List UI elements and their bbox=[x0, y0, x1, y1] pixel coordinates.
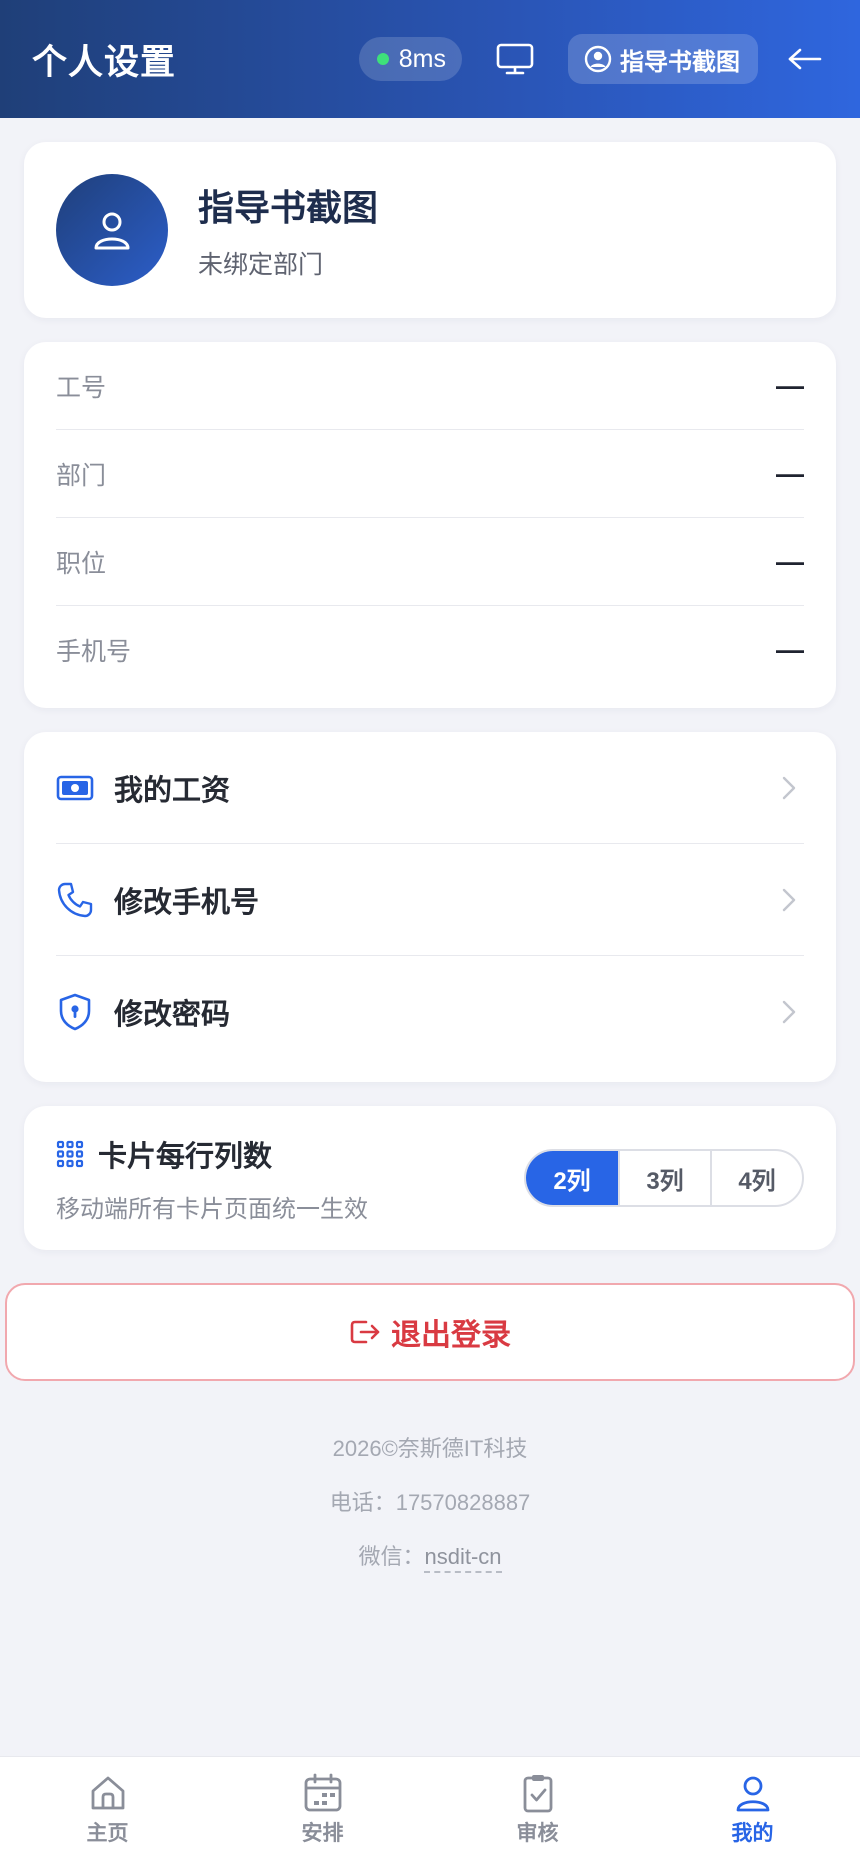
menu-item-label: 我的工资 bbox=[114, 774, 231, 807]
arrow-left-icon bbox=[788, 48, 822, 70]
logout-icon bbox=[350, 1320, 380, 1344]
shield-lock-icon bbox=[56, 993, 94, 1031]
columns-setting-title-row: 卡片每行列数 bbox=[56, 1133, 368, 1175]
back-button[interactable] bbox=[782, 37, 828, 81]
monitor-icon bbox=[496, 43, 534, 75]
menu-item-change-phone[interactable]: 修改手机号 bbox=[56, 844, 804, 956]
clipboard-check-icon bbox=[523, 1775, 552, 1813]
info-label: 工号 bbox=[56, 373, 107, 402]
info-value: — bbox=[776, 369, 804, 401]
info-row-position: 职位 — bbox=[56, 518, 804, 606]
columns-option-4[interactable]: 4列 bbox=[710, 1151, 802, 1205]
columns-setting-description: 移动端所有卡片页面统一生效 bbox=[56, 1195, 368, 1223]
profile-card: 指导书截图 未绑定部门 bbox=[24, 142, 836, 318]
info-row-employee-id: 工号 — bbox=[56, 342, 804, 430]
logout-label: 退出登录 bbox=[391, 1319, 511, 1352]
columns-option-3[interactable]: 3列 bbox=[618, 1151, 710, 1205]
chevron-right-icon bbox=[782, 776, 796, 799]
tab-label: 审核 bbox=[516, 1822, 559, 1845]
user-icon bbox=[736, 1776, 769, 1812]
columns-setting-card: 卡片每行列数 移动端所有卡片页面统一生效 2列 3列 4列 bbox=[24, 1106, 836, 1250]
profile-text: 指导书截图 未绑定部门 bbox=[198, 179, 378, 281]
footer-wechat-label: 微信： bbox=[358, 1544, 425, 1569]
user-circle-icon bbox=[584, 45, 612, 73]
columns-segmented-control: 2列 3列 4列 bbox=[524, 1149, 804, 1207]
avatar bbox=[56, 174, 168, 286]
tab-label: 主页 bbox=[86, 1822, 129, 1845]
footer-copyright: 2026©奈斯德IT科技 bbox=[332, 1436, 528, 1461]
columns-option-2[interactable]: 2列 bbox=[526, 1151, 618, 1205]
phone-icon bbox=[56, 881, 94, 919]
columns-setting-text: 卡片每行列数 移动端所有卡片页面统一生效 bbox=[56, 1133, 368, 1224]
chevron-right-icon bbox=[782, 888, 796, 911]
home-icon bbox=[91, 1776, 124, 1810]
latency-value: 8ms bbox=[398, 44, 446, 73]
app-header: 个人设置 8ms 指导书截图 bbox=[0, 0, 860, 118]
header-actions: 8ms 指导书截图 bbox=[358, 34, 828, 84]
info-value: — bbox=[776, 634, 804, 665]
tab-schedule[interactable]: 安排 bbox=[215, 1757, 430, 1864]
money-icon bbox=[56, 769, 94, 807]
menu-card: 我的工资 修改手机号 修改密码 bbox=[24, 732, 836, 1082]
info-label: 手机号 bbox=[56, 638, 132, 666]
bottom-tab-bar: 主页 安排 审核 我的 bbox=[0, 1756, 860, 1864]
info-label: 职位 bbox=[56, 549, 107, 578]
info-label: 部门 bbox=[56, 461, 107, 490]
tab-label: 我的 bbox=[731, 1822, 774, 1845]
info-value: — bbox=[776, 457, 804, 489]
tab-mine[interactable]: 我的 bbox=[645, 1757, 860, 1864]
latency-badge: 8ms bbox=[358, 37, 462, 81]
chevron-right-icon bbox=[782, 1000, 796, 1024]
tab-review[interactable]: 审核 bbox=[430, 1757, 645, 1864]
info-row-department: 部门 — bbox=[56, 430, 804, 518]
page-title: 个人设置 bbox=[32, 42, 177, 82]
logout-button[interactable]: 退出登录 bbox=[5, 1283, 855, 1381]
info-value: — bbox=[776, 545, 804, 577]
calendar-icon bbox=[304, 1773, 341, 1812]
footer-wechat-id[interactable]: nsdit-cn bbox=[424, 1544, 502, 1573]
menu-item-label: 修改手机号 bbox=[114, 886, 260, 919]
menu-item-change-password[interactable]: 修改密码 bbox=[56, 956, 804, 1068]
menu-item-label: 修改密码 bbox=[114, 999, 231, 1031]
columns-setting-title: 卡片每行列数 bbox=[98, 1140, 273, 1173]
footer-wechat: 微信：nsdit-cn bbox=[0, 1539, 860, 1573]
user-chip-name: 指导书截图 bbox=[620, 48, 740, 76]
footer-phone: 电话：17570828887 bbox=[329, 1490, 531, 1515]
menu-item-salary[interactable]: 我的工资 bbox=[56, 732, 804, 844]
user-chip-button[interactable]: 指导书截图 bbox=[568, 34, 758, 84]
monitor-button[interactable] bbox=[490, 37, 540, 81]
info-card: 工号 — 部门 — 职位 — 手机号 — bbox=[24, 342, 836, 708]
profile-name: 指导书截图 bbox=[198, 187, 379, 228]
user-icon bbox=[94, 212, 130, 250]
grid-icon bbox=[56, 1140, 84, 1167]
profile-department: 未绑定部门 bbox=[198, 251, 324, 279]
info-row-phone: 手机号 — bbox=[56, 606, 804, 694]
tab-label: 安排 bbox=[301, 1822, 344, 1845]
status-dot-icon bbox=[376, 53, 389, 65]
tab-home[interactable]: 主页 bbox=[0, 1757, 215, 1864]
